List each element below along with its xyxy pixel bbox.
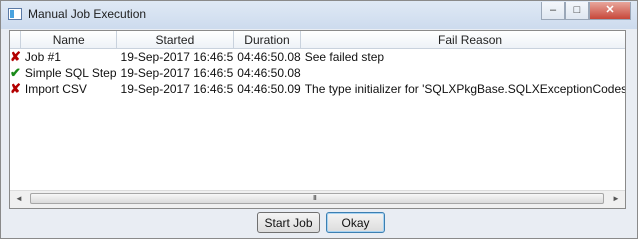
- horizontal-scrollbar[interactable]: ◄ III ►: [10, 190, 625, 208]
- column-header-name[interactable]: Name: [20, 31, 118, 49]
- started-cell: 19-Sep-2017 16:46:5: [120, 82, 234, 96]
- name-cell: Job #1: [24, 50, 61, 64]
- failed-x-icon: ✘: [10, 81, 21, 96]
- scroll-left-arrow-icon[interactable]: ◄: [11, 191, 27, 207]
- app-window-icon: [8, 8, 22, 20]
- window-title: Manual Job Execution: [28, 7, 147, 21]
- fail-reason-cell: [301, 65, 625, 81]
- scrollbar-thumb[interactable]: III: [30, 193, 604, 204]
- scroll-right-arrow-icon[interactable]: ►: [608, 191, 624, 207]
- minimize-button[interactable]: –: [541, 2, 565, 20]
- table-row[interactable]: ✘ Import CSV 19-Sep-2017 16:46:5 04:46:5…: [10, 81, 626, 97]
- table-row[interactable]: ✘ Job #1 19-Sep-2017 16:46:5 04:46:50.08…: [10, 49, 625, 66]
- window-controls: – □ ✕: [541, 2, 631, 20]
- column-header-duration[interactable]: Duration: [233, 31, 302, 49]
- job-results-table: Name Started Duration Fail Reason ✘ Job …: [10, 31, 626, 97]
- job-results-grid[interactable]: Name Started Duration Fail Reason ✘ Job …: [9, 30, 626, 209]
- maximize-button[interactable]: □: [565, 2, 589, 20]
- failed-x-icon: ✘: [10, 49, 21, 64]
- status-cell: ✘: [10, 49, 21, 66]
- table-row[interactable]: ✔ Simple SQL Step 19-Sep-2017 16:46:5 04…: [10, 65, 625, 81]
- status-cell: ✘: [10, 81, 21, 97]
- duration-cell: 04:46:50.09: [237, 82, 301, 96]
- name-cell: Simple SQL Step: [24, 66, 117, 80]
- status-cell: ✔: [10, 65, 21, 81]
- column-header-started[interactable]: Started: [116, 31, 234, 49]
- started-cell: 19-Sep-2017 16:46:5: [120, 50, 234, 64]
- close-button[interactable]: ✕: [589, 2, 631, 20]
- duration-cell: 04:46:50.08: [237, 50, 301, 64]
- start-job-button[interactable]: Start Job: [257, 212, 320, 233]
- started-cell: 19-Sep-2017 16:46:5: [120, 66, 234, 80]
- name-cell: Import CSV: [24, 82, 87, 96]
- manual-job-execution-window: Manual Job Execution – □ ✕ Name Started …: [0, 0, 638, 239]
- title-bar[interactable]: Manual Job Execution – □ ✕: [1, 1, 637, 29]
- column-header-fail-reason[interactable]: Fail Reason: [300, 31, 625, 49]
- success-check-icon: ✔: [10, 65, 21, 80]
- header-row: Name Started Duration Fail Reason: [10, 31, 625, 49]
- okay-button[interactable]: Okay: [326, 212, 385, 233]
- fail-reason-cell: See failed step: [304, 50, 385, 64]
- fail-reason-cell: The type initializer for 'SQLXPkgBase.SQ…: [304, 82, 626, 96]
- duration-cell: 04:46:50.08: [237, 66, 301, 80]
- column-header-status[interactable]: [10, 31, 22, 49]
- scrollbar-grip-icon: III: [313, 195, 317, 202]
